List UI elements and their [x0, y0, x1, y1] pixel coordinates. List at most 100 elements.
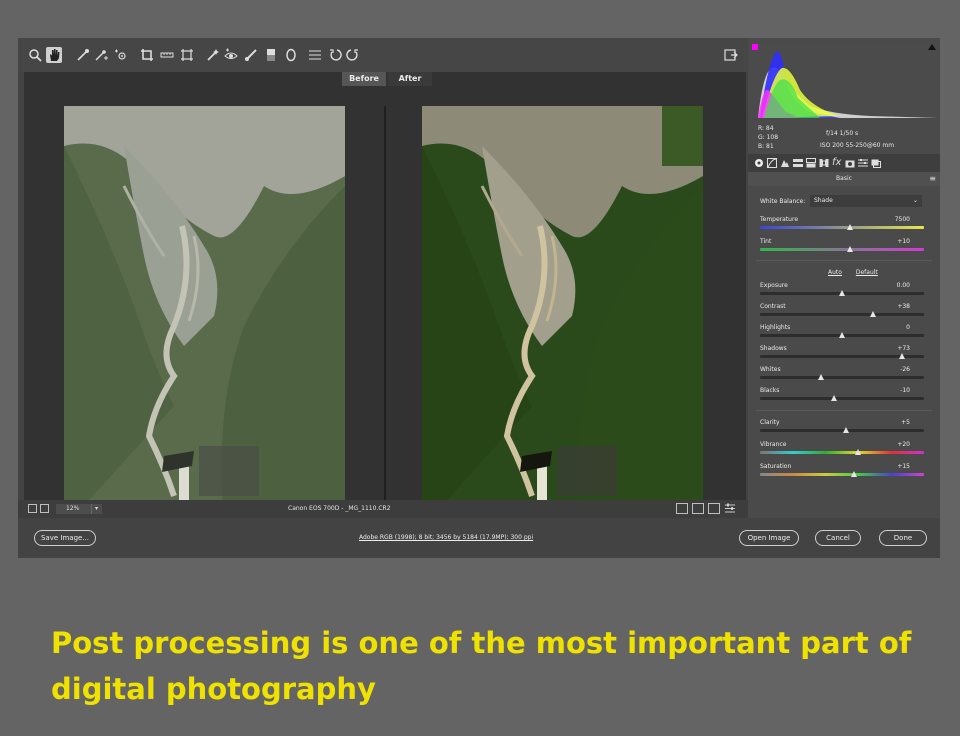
slider-thumb[interactable]: [870, 311, 877, 317]
zoom-in-button[interactable]: [40, 504, 49, 513]
rotate-right-icon[interactable]: [346, 48, 360, 62]
slider-value[interactable]: +38: [897, 303, 910, 310]
shadows-slider[interactable]: Shadows +73: [760, 345, 924, 361]
rgb-r-value: R: 84: [758, 125, 774, 132]
slider-thumb[interactable]: [847, 246, 854, 252]
before-tab[interactable]: Before: [342, 72, 386, 86]
white-balance-tool-icon[interactable]: [76, 48, 90, 62]
compare-divider: [384, 106, 386, 534]
slider-thumb[interactable]: [830, 395, 837, 401]
hand-tool-icon[interactable]: [46, 47, 62, 63]
slider-thumb[interactable]: [847, 224, 854, 230]
rgb-g-value: G: 108: [758, 134, 779, 141]
copy-settings-icon[interactable]: [708, 503, 720, 514]
slider-thumb[interactable]: [839, 290, 845, 296]
slider-thumb[interactable]: [817, 374, 824, 380]
slider-label: Saturation: [760, 463, 792, 470]
slider-thumb[interactable]: [898, 353, 905, 359]
adjustment-panel: R: 84 G: 108 B: 81 f/14 1/50 s ISO 200 5…: [748, 38, 940, 518]
effects-tab-icon[interactable]: fx: [832, 158, 842, 168]
highlights-slider[interactable]: Highlights 0: [760, 324, 924, 340]
slider-track[interactable]: [760, 248, 924, 251]
zoom-level-value: 12%: [66, 505, 80, 512]
contrast-slider[interactable]: Contrast +38: [760, 303, 924, 319]
slider-track[interactable]: [760, 313, 924, 316]
slider-value[interactable]: +10: [897, 238, 910, 245]
slider-thumb[interactable]: [843, 427, 850, 433]
view-mode-icon[interactable]: [676, 503, 688, 514]
slider-value[interactable]: 7500: [895, 216, 910, 223]
white-balance-select[interactable]: Shade ⌄: [810, 195, 922, 207]
camera-calibration-tab-icon[interactable]: [845, 158, 855, 168]
tint-slider[interactable]: Tint +10: [760, 238, 924, 254]
rotate-left-icon[interactable]: [328, 48, 342, 62]
file-label: Canon EOS 700D - _MG_1110.CR2: [288, 505, 391, 512]
slider-thumb[interactable]: [851, 471, 858, 477]
fullscreen-toggle-icon[interactable]: [724, 48, 738, 62]
temperature-slider[interactable]: Temperature 7500: [760, 216, 924, 232]
after-tab[interactable]: After: [388, 72, 432, 86]
auto-link[interactable]: Auto: [828, 269, 842, 276]
before-image: [64, 106, 345, 528]
slider-thumb[interactable]: [839, 332, 845, 338]
slider-value[interactable]: +15: [897, 463, 910, 470]
default-link[interactable]: Default: [856, 269, 878, 276]
saturation-slider[interactable]: Saturation +15: [760, 463, 924, 479]
save-image-button[interactable]: Save Image...: [34, 530, 96, 546]
blacks-slider[interactable]: Blacks -10: [760, 387, 924, 403]
slider-value[interactable]: +5: [901, 419, 910, 426]
zoom-tool-icon[interactable]: [28, 48, 42, 62]
preview-area: Before After: [24, 72, 746, 534]
slider-track[interactable]: [760, 473, 924, 476]
radial-filter-icon[interactable]: [284, 48, 298, 62]
transform-tool-icon[interactable]: [180, 48, 194, 62]
preview-settings-icon[interactable]: [724, 503, 736, 514]
slider-label: Vibrance: [760, 441, 787, 448]
crop-tool-icon[interactable]: [140, 48, 154, 62]
spot-removal-tool-icon[interactable]: [206, 48, 220, 62]
snapshots-tab-icon[interactable]: [871, 158, 881, 168]
iso-lens: ISO 200 55-250@60 mm: [820, 142, 895, 149]
exposure-slider[interactable]: Exposure 0.00: [760, 282, 924, 298]
tone-curve-tab-icon[interactable]: [767, 158, 777, 168]
zoom-out-button[interactable]: [28, 504, 37, 513]
slider-value[interactable]: +73: [897, 345, 910, 352]
slider-track[interactable]: [760, 376, 924, 379]
slider-track[interactable]: [760, 397, 924, 400]
slider-track[interactable]: [760, 226, 924, 229]
camera-info: f/14 1/50 s ISO 200 55-250@60 mm: [820, 128, 894, 152]
graduated-filter-icon[interactable]: [264, 48, 278, 62]
slider-value[interactable]: 0.00: [897, 282, 910, 289]
swap-settings-icon[interactable]: [692, 503, 704, 514]
workflow-options-link[interactable]: Adobe RGB (1998); 8 bit; 3456 by 5184 (1…: [359, 534, 533, 541]
basic-tab-icon[interactable]: [754, 158, 764, 168]
vibrance-slider[interactable]: Vibrance +20: [760, 441, 924, 457]
slider-value[interactable]: +20: [897, 441, 910, 448]
panel-menu-icon[interactable]: ≡: [929, 172, 936, 186]
slider-value[interactable]: -10: [900, 387, 910, 394]
open-image-button[interactable]: Open Image: [739, 530, 799, 546]
hsl-tab-icon[interactable]: [793, 158, 803, 168]
slider-value[interactable]: 0: [906, 324, 910, 331]
slider-thumb[interactable]: [855, 449, 862, 455]
preferences-list-icon[interactable]: [308, 48, 322, 62]
adjustment-brush-icon[interactable]: [244, 48, 258, 62]
lens-corrections-tab-icon[interactable]: [819, 158, 829, 168]
chevron-down-icon[interactable]: ▾: [91, 504, 101, 514]
slider-track[interactable]: [760, 451, 924, 454]
whites-slider[interactable]: Whites -26: [760, 366, 924, 382]
white-balance-value: Shade: [814, 197, 833, 204]
slider-track[interactable]: [760, 429, 924, 432]
color-sampler-tool-icon[interactable]: [94, 48, 108, 62]
clarity-slider[interactable]: Clarity +5: [760, 419, 924, 435]
split-toning-tab-icon[interactable]: [806, 158, 816, 168]
straighten-tool-icon[interactable]: [160, 48, 174, 62]
presets-tab-icon[interactable]: [858, 158, 868, 168]
slider-label: Tint: [760, 238, 772, 245]
targeted-adjustment-tool-icon[interactable]: [114, 48, 128, 62]
detail-tab-icon[interactable]: [780, 158, 790, 168]
red-eye-tool-icon[interactable]: [224, 48, 238, 62]
done-button[interactable]: Done: [879, 530, 927, 546]
cancel-button[interactable]: Cancel: [815, 530, 861, 546]
slider-value[interactable]: -26: [900, 366, 910, 373]
